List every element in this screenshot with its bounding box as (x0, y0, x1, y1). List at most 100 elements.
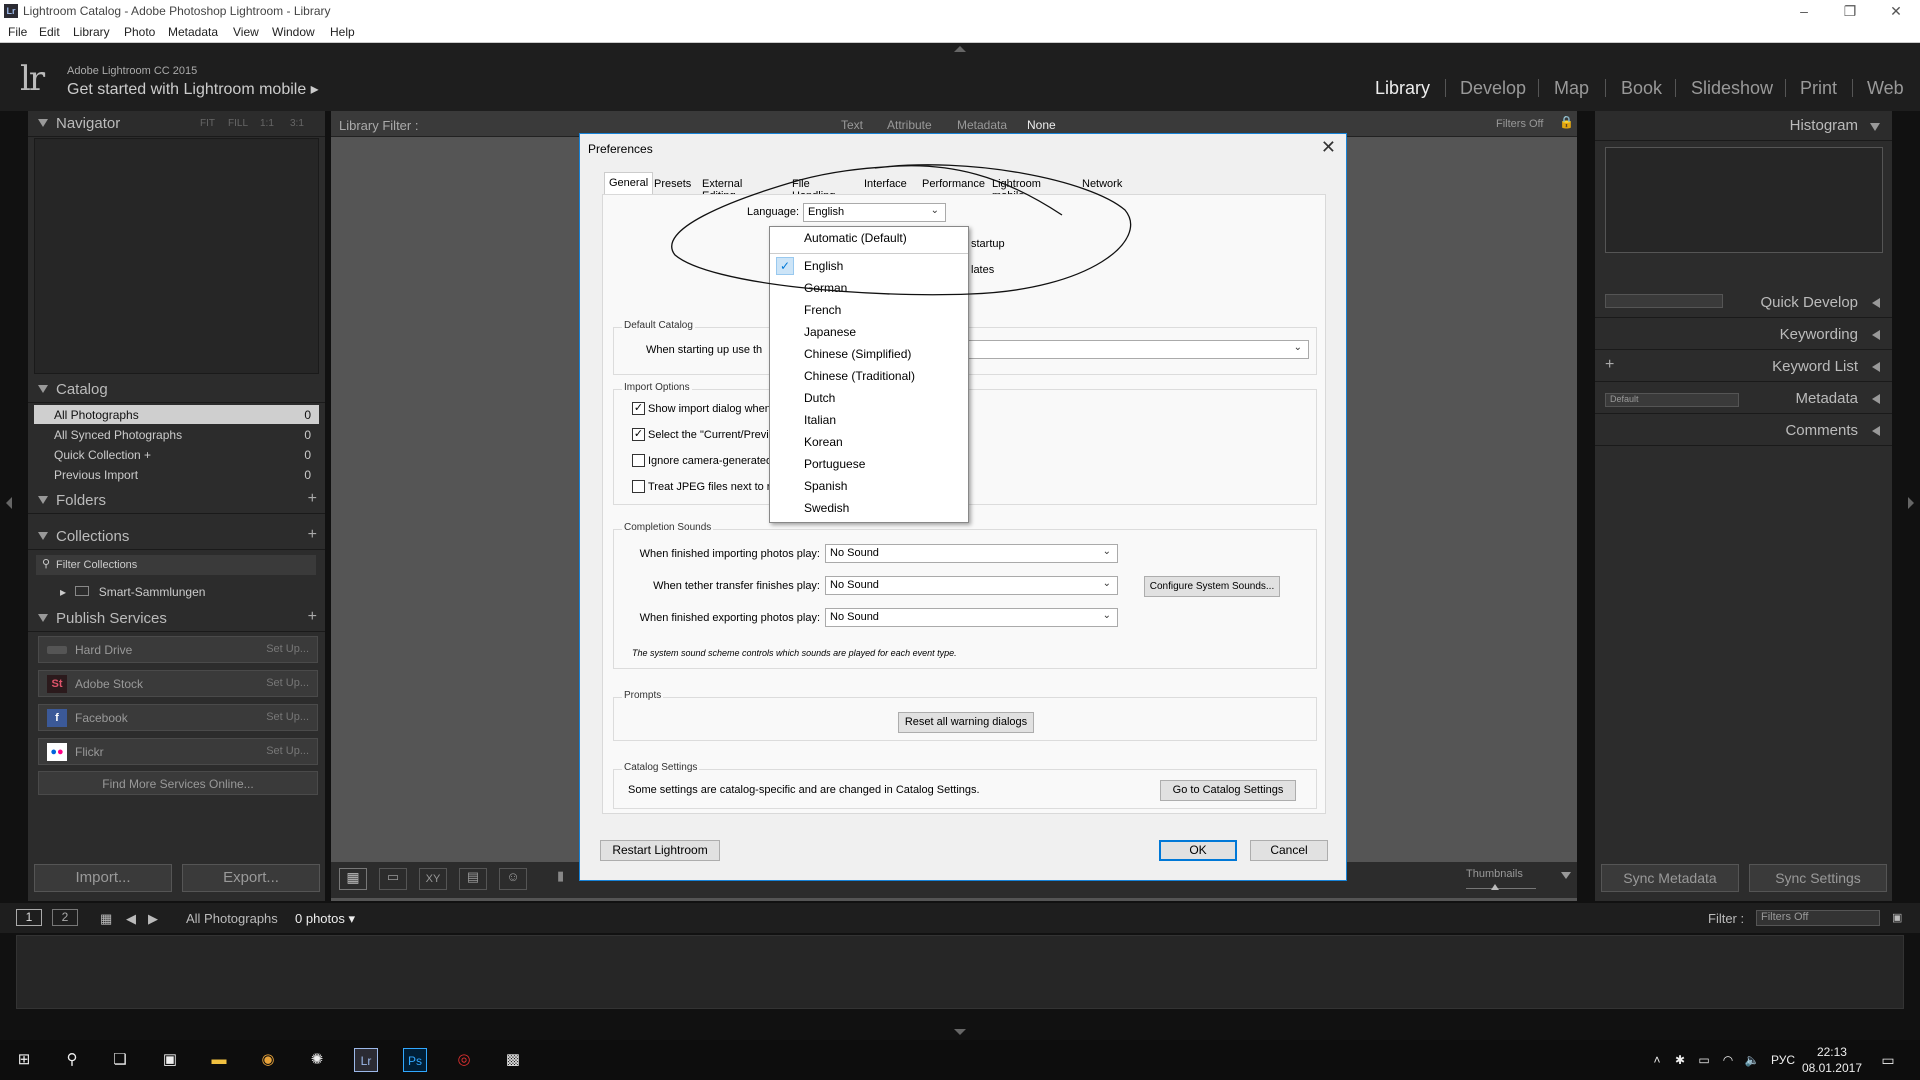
filmstrip-filter-select[interactable]: Filters Off (1756, 910, 1880, 926)
menu-photo[interactable]: Photo (124, 25, 155, 39)
filter-text-tab[interactable]: Text (841, 118, 863, 132)
bottom-panel-toggle-icon[interactable] (954, 1029, 966, 1035)
collection-set-item[interactable]: ▸ Smart-Sammlungen (60, 585, 205, 599)
top-panel-toggle-icon[interactable] (954, 46, 966, 52)
navigator-header[interactable]: Navigator FIT FILL 1:1 3:1 (28, 111, 325, 137)
windows-start-icon[interactable]: ⊞ (12, 1048, 36, 1072)
sync-settings-button[interactable]: Sync Settings (1749, 864, 1887, 892)
photoshop-taskbar-icon[interactable]: Ps (403, 1048, 427, 1072)
tab-external-editing[interactable]: External Editing (698, 174, 746, 202)
language-option[interactable]: French (770, 299, 968, 321)
configure-sounds-button[interactable]: Configure System Sounds... (1144, 576, 1280, 597)
survey-view-icon[interactable]: ▤ (459, 868, 487, 890)
battery-icon[interactable]: ▭ (1692, 1048, 1716, 1072)
minimize-icon[interactable]: – (1784, 2, 1824, 20)
volume-icon[interactable]: 🔈 (1740, 1048, 1764, 1072)
tab-file-handling[interactable]: File Handling (788, 174, 839, 202)
menu-file[interactable]: File (8, 25, 27, 39)
back-icon[interactable]: ◀ (126, 911, 136, 927)
notifications-icon[interactable]: ▭ (1876, 1048, 1900, 1072)
language-option[interactable]: Swedish (770, 497, 968, 519)
filter-metadata-tab[interactable]: Metadata (957, 118, 1007, 132)
menu-edit[interactable]: Edit (39, 25, 60, 39)
publish-header[interactable]: Publish Services + (28, 606, 325, 632)
treat-jpeg-checkbox[interactable] (632, 480, 645, 493)
tray-app-icon[interactable]: ✱ (1668, 1048, 1692, 1072)
main-window-button[interactable]: 1 (16, 909, 42, 926)
language-option[interactable]: Korean (770, 431, 968, 453)
catalog-item-synced[interactable]: All Synced Photographs 0 (34, 425, 319, 444)
menu-library[interactable]: Library (73, 25, 110, 39)
system-clock[interactable]: 22:13 08.01.2017 (1802, 1044, 1862, 1076)
import-sound-select[interactable]: No Sound ⌄ (825, 544, 1118, 563)
metadata-header[interactable]: Default Metadata (1595, 384, 1892, 414)
language-option[interactable]: Chinese (Simplified) (770, 343, 968, 365)
tab-presets[interactable]: Presets (650, 174, 695, 194)
tab-general[interactable]: General (604, 172, 654, 194)
module-library[interactable]: Library (1375, 78, 1430, 99)
language-option[interactable]: Japanese (770, 321, 968, 343)
filter-attribute-tab[interactable]: Attribute (887, 118, 932, 132)
filter-none-tab[interactable]: None (1027, 118, 1056, 132)
file-explorer-icon[interactable]: ▬ (207, 1048, 231, 1072)
wifi-icon[interactable]: ◠ (1716, 1048, 1740, 1072)
grid-icon[interactable]: ▦ (100, 911, 112, 927)
publish-facebook[interactable]: f Facebook Set Up... (38, 704, 318, 731)
module-develop[interactable]: Develop (1460, 78, 1526, 99)
language-option[interactable]: Automatic (Default) (770, 227, 968, 249)
nav-fill[interactable]: FILL (228, 118, 248, 129)
language-option[interactable]: Dutch (770, 387, 968, 409)
export-sound-select[interactable]: No Sound ⌄ (825, 608, 1118, 627)
filters-off-dropdown[interactable]: Filters Off (1496, 118, 1543, 130)
ok-button[interactable]: OK (1159, 840, 1237, 861)
tab-interface[interactable]: Interface (860, 174, 911, 194)
language-select[interactable]: English ⌄ (803, 203, 946, 222)
search-icon[interactable]: ⚲ (60, 1048, 84, 1072)
left-panel-toggle-icon[interactable] (6, 497, 12, 509)
grid-view-icon[interactable]: ▦ (339, 868, 367, 890)
nav-fit[interactable]: FIT (200, 118, 215, 129)
nav-1-1[interactable]: 1:1 (260, 118, 274, 129)
module-web[interactable]: Web (1867, 78, 1904, 99)
tab-network[interactable]: Network (1078, 174, 1126, 194)
reset-warnings-button[interactable]: Reset all warning dialogs (898, 712, 1034, 733)
menu-window[interactable]: Window (272, 25, 315, 39)
publish-adobe-stock[interactable]: St Adobe Stock Set Up... (38, 670, 318, 697)
module-map[interactable]: Map (1554, 78, 1589, 99)
language-option[interactable]: Chinese (Traditional) (770, 365, 968, 387)
module-print[interactable]: Print (1800, 78, 1837, 99)
cancel-button[interactable]: Cancel (1250, 840, 1328, 861)
filter-collections-input[interactable]: ⚲ Filter Collections (36, 555, 316, 575)
language-option-selected[interactable]: ✓ English (770, 255, 968, 277)
compare-view-icon[interactable]: XY (419, 868, 447, 890)
mobile-link[interactable]: Get started with Lightroom mobile ▸ (67, 79, 319, 99)
module-slideshow[interactable]: Slideshow (1691, 78, 1773, 99)
select-current-checkbox[interactable]: ✓ (632, 428, 645, 441)
toolbar-menu-icon[interactable] (1561, 872, 1571, 879)
keyword-list-header[interactable]: + Keyword List (1595, 352, 1892, 382)
metadata-preset-select[interactable]: Default (1605, 393, 1739, 407)
store-icon[interactable]: ▣ (158, 1048, 182, 1072)
export-button[interactable]: Export... (182, 864, 320, 892)
lightroom-taskbar-icon[interactable]: Lr (354, 1048, 378, 1072)
close-icon[interactable]: ✕ (1876, 2, 1916, 20)
language-option[interactable]: Spanish (770, 475, 968, 497)
close-icon[interactable]: ✕ (1321, 137, 1336, 158)
loupe-view-icon[interactable]: ▭ (379, 868, 407, 890)
add-keyword-icon[interactable]: + (1605, 356, 1614, 374)
sync-metadata-button[interactable]: Sync Metadata (1601, 864, 1739, 892)
ignore-camera-checkbox[interactable] (632, 454, 645, 467)
photo-app-icon[interactable]: ▩ (501, 1048, 525, 1072)
maximize-icon[interactable]: ❐ (1830, 2, 1870, 20)
add-publish-icon[interactable]: + (308, 608, 317, 626)
people-view-icon[interactable]: ☺ (499, 868, 527, 890)
menu-help[interactable]: Help (330, 25, 355, 39)
menu-view[interactable]: View (233, 25, 259, 39)
nav-3-1[interactable]: 3:1 (290, 118, 304, 129)
right-panel-toggle-icon[interactable] (1908, 497, 1914, 509)
restart-lightroom-button[interactable]: Restart Lightroom (600, 840, 720, 861)
catalog-item-all-photographs[interactable]: All Photographs 0 (34, 405, 319, 424)
task-view-icon[interactable]: ❏ (108, 1048, 132, 1072)
creative-cloud-icon[interactable]: ◎ (452, 1048, 476, 1072)
photo-count-dropdown[interactable]: 0 photos ▾ (295, 911, 355, 927)
